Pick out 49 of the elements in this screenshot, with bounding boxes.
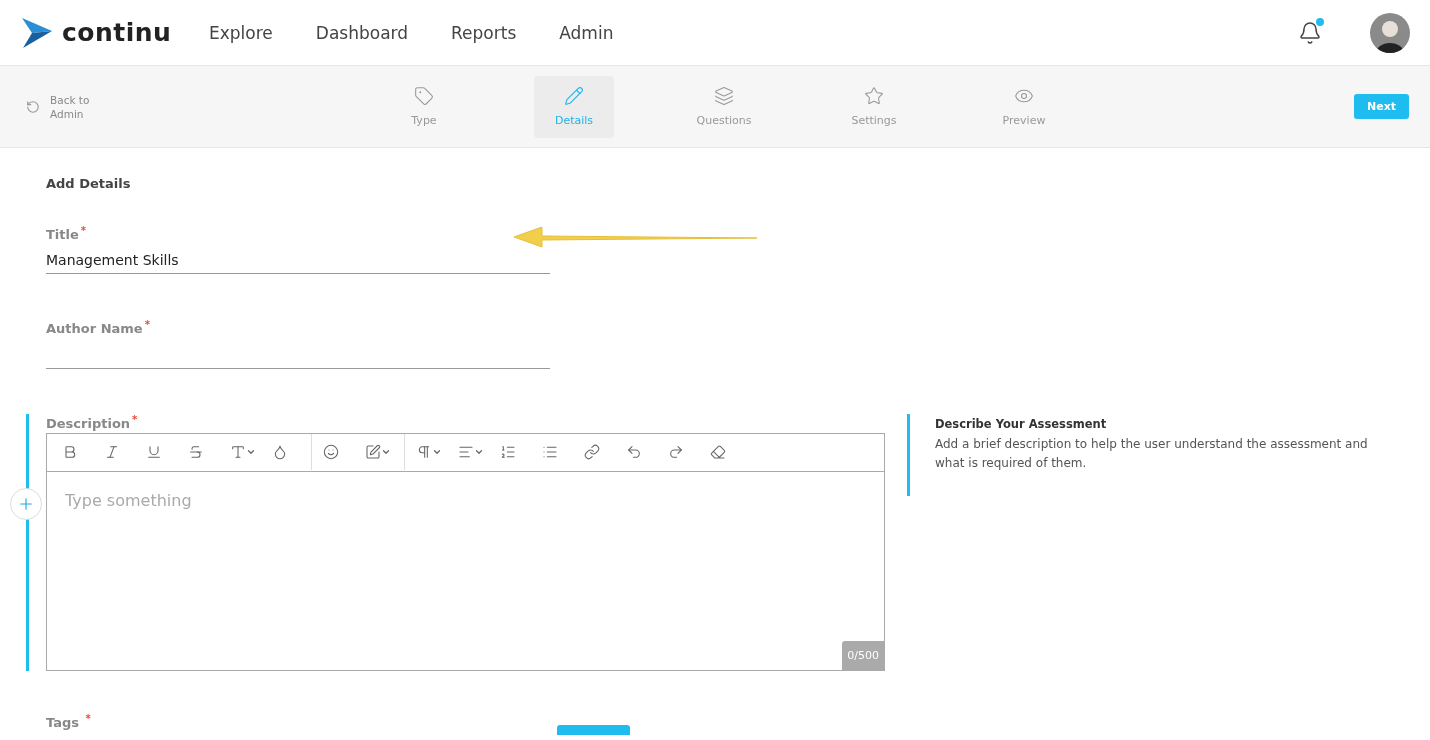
field-label: Description$^{*}$ [46,413,138,431]
bold-icon [62,444,78,461]
star-icon [864,86,884,106]
nav-link[interactable]: Admin [559,22,614,43]
required-mark: * [132,413,138,425]
text-field[interactable]: Management Skills [46,246,550,275]
nav-link[interactable]: Dashboard [315,22,409,43]
strikethrough-icon [188,444,204,461]
edit-icon [365,444,381,461]
next-button[interactable]: Next [1354,94,1409,119]
step-tab[interactable]: Settings [834,75,914,138]
tag-icon [414,86,434,106]
italic-icon [104,444,120,461]
help-title: Describe Your Assessment [935,415,1108,431]
field-label: Title$^{*}$ [46,225,87,243]
eraser-icon [710,444,726,461]
droplet-icon [272,444,288,461]
add-button[interactable] [10,487,42,520]
step-tab[interactable]: Preview [984,75,1064,138]
pencil-icon [564,86,584,106]
character-counter: 0/500 [842,641,884,670]
logo-icon [20,15,54,50]
font-color-icon [230,444,246,461]
step-tab[interactable]: Type [384,75,464,138]
help-text: Add a brief description to help the user understand the assessment and what is required of them. [935,435,1369,472]
field-label: Author Name$^{*}$ [46,319,150,337]
underline-icon [146,444,162,461]
nav-link[interactable]: Explore [209,22,273,43]
avatar[interactable] [1370,12,1410,53]
layers-icon [714,86,734,106]
back-link[interactable]: Back to Admin [26,92,384,121]
field-label: Tags $^{*}$ [46,713,91,731]
bell-icon [1298,20,1322,45]
paragraph-icon [416,444,432,461]
step-tab[interactable]: Details [534,75,614,138]
brand-name: continu [62,18,172,47]
required-mark: * [80,225,87,236]
nav-link[interactable]: Reports [451,22,517,43]
step-tab[interactable]: Questions [684,75,764,138]
required-mark: * [144,319,150,331]
link-icon [584,444,600,461]
numbered-list-icon [500,444,516,461]
section-title: Add Details [46,176,132,191]
emoji-icon [323,444,339,461]
undo-icon [626,444,642,461]
notification-button[interactable] [1298,20,1322,45]
back-icon [26,99,40,114]
redo-icon [668,444,684,461]
required-mark: * [85,713,91,724]
